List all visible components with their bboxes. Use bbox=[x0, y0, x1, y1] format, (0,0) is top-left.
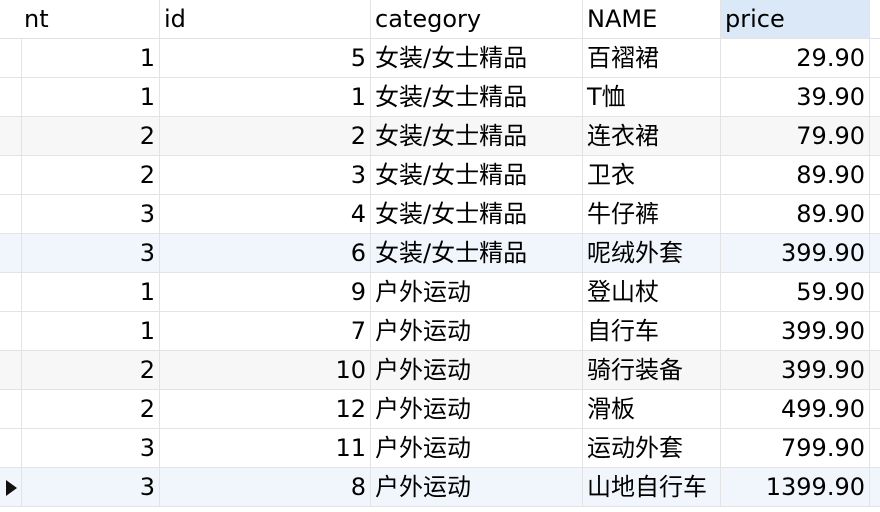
row-selector[interactable] bbox=[0, 468, 22, 506]
cell-category[interactable]: 女装/女士精品 bbox=[371, 195, 583, 233]
row-selector[interactable] bbox=[0, 312, 22, 350]
table-row[interactable]: 2 10 户外运动 骑行装备 399.90 bbox=[0, 351, 880, 390]
cell-nt[interactable]: 2 bbox=[22, 156, 160, 194]
cell-name[interactable]: T恤 bbox=[583, 78, 721, 116]
cell-id[interactable]: 7 bbox=[160, 312, 371, 350]
cell-category[interactable]: 女装/女士精品 bbox=[371, 156, 583, 194]
cell-name[interactable]: 运动外套 bbox=[583, 429, 721, 467]
cell-price[interactable]: 399.90 bbox=[721, 351, 870, 389]
current-row-arrow-icon bbox=[6, 480, 17, 496]
cell-name[interactable]: 登山杖 bbox=[583, 273, 721, 311]
cell-id[interactable]: 2 bbox=[160, 117, 371, 155]
cell-nt[interactable]: 2 bbox=[22, 351, 160, 389]
cell-id[interactable]: 5 bbox=[160, 39, 371, 77]
cell-price[interactable]: 79.90 bbox=[721, 117, 870, 155]
cell-nt[interactable]: 2 bbox=[22, 390, 160, 428]
cell-price[interactable]: 89.90 bbox=[721, 156, 870, 194]
row-selector[interactable] bbox=[0, 351, 22, 389]
table-row[interactable]: 2 12 户外运动 滑板 499.90 bbox=[0, 390, 880, 429]
cell-nt[interactable]: 1 bbox=[22, 78, 160, 116]
cell-nt[interactable]: 1 bbox=[22, 312, 160, 350]
cell-price[interactable]: 39.90 bbox=[721, 78, 870, 116]
cell-name[interactable]: 百褶裙 bbox=[583, 39, 721, 77]
cell-id[interactable]: 1 bbox=[160, 78, 371, 116]
table-row[interactable]: 2 2 女装/女士精品 连衣裙 79.90 bbox=[0, 117, 880, 156]
table-row[interactable]: 1 5 女装/女士精品 百褶裙 29.90 bbox=[0, 39, 880, 78]
cell-name[interactable]: 连衣裙 bbox=[583, 117, 721, 155]
cell-nt[interactable]: 3 bbox=[22, 468, 160, 506]
table-row[interactable]: 3 4 女装/女士精品 牛仔裤 89.90 bbox=[0, 195, 880, 234]
row-selector[interactable] bbox=[0, 195, 22, 233]
cell-nt[interactable]: 3 bbox=[22, 429, 160, 467]
cell-name[interactable]: 卫衣 bbox=[583, 156, 721, 194]
cell-category[interactable]: 户外运动 bbox=[371, 312, 583, 350]
cell-nt[interactable]: 3 bbox=[22, 195, 160, 233]
row-selector[interactable] bbox=[0, 273, 22, 311]
column-header-nt[interactable]: nt bbox=[0, 0, 160, 38]
cell-category[interactable]: 女装/女士精品 bbox=[371, 78, 583, 116]
cell-nt[interactable]: 3 bbox=[22, 234, 160, 272]
column-header-category[interactable]: category bbox=[371, 0, 583, 38]
table-row[interactable]: 3 6 女装/女士精品 呢绒外套 399.90 bbox=[0, 234, 880, 273]
column-header-name[interactable]: NAME bbox=[583, 0, 721, 38]
table-row[interactable]: 1 7 户外运动 自行车 399.90 bbox=[0, 312, 880, 351]
cell-price[interactable]: 499.90 bbox=[721, 390, 870, 428]
row-selector[interactable] bbox=[0, 117, 22, 155]
row-selector[interactable] bbox=[0, 39, 22, 77]
row-selector[interactable] bbox=[0, 78, 22, 116]
cell-price[interactable]: 399.90 bbox=[721, 312, 870, 350]
cell-id[interactable]: 4 bbox=[160, 195, 371, 233]
cell-price[interactable]: 1399.90 bbox=[721, 468, 870, 506]
cell-category[interactable]: 女装/女士精品 bbox=[371, 234, 583, 272]
cell-price[interactable]: 799.90 bbox=[721, 429, 870, 467]
cell-id[interactable]: 11 bbox=[160, 429, 371, 467]
table-row[interactable]: 1 9 户外运动 登山杖 59.90 bbox=[0, 273, 880, 312]
cell-name[interactable]: 呢绒外套 bbox=[583, 234, 721, 272]
cell-category[interactable]: 户外运动 bbox=[371, 468, 583, 506]
cell-category[interactable]: 女装/女士精品 bbox=[371, 39, 583, 77]
cell-name[interactable]: 山地自行车 bbox=[583, 468, 721, 506]
table-row[interactable]: 3 11 户外运动 运动外套 799.90 bbox=[0, 429, 880, 468]
cell-id[interactable]: 8 bbox=[160, 468, 371, 506]
row-selector[interactable] bbox=[0, 234, 22, 272]
cell-id[interactable]: 6 bbox=[160, 234, 371, 272]
result-grid: nt id category NAME price 1 5 女装/女士精品 百褶… bbox=[0, 0, 880, 512]
cell-name[interactable]: 滑板 bbox=[583, 390, 721, 428]
cell-category[interactable]: 户外运动 bbox=[371, 273, 583, 311]
row-selector[interactable] bbox=[0, 390, 22, 428]
table-row[interactable]: 3 8 户外运动 山地自行车 1399.90 bbox=[0, 468, 880, 507]
cell-id[interactable]: 10 bbox=[160, 351, 371, 389]
table-row[interactable]: 1 1 女装/女士精品 T恤 39.90 bbox=[0, 78, 880, 117]
cell-category[interactable]: 户外运动 bbox=[371, 390, 583, 428]
cell-nt[interactable]: 2 bbox=[22, 117, 160, 155]
cell-id[interactable]: 9 bbox=[160, 273, 371, 311]
cell-price[interactable]: 59.90 bbox=[721, 273, 870, 311]
cell-category[interactable]: 户外运动 bbox=[371, 429, 583, 467]
table-row[interactable]: 2 3 女装/女士精品 卫衣 89.90 bbox=[0, 156, 880, 195]
cell-name[interactable]: 牛仔裤 bbox=[583, 195, 721, 233]
cell-category[interactable]: 户外运动 bbox=[371, 351, 583, 389]
column-header-id[interactable]: id bbox=[160, 0, 371, 38]
cell-price[interactable]: 29.90 bbox=[721, 39, 870, 77]
cell-nt[interactable]: 1 bbox=[22, 273, 160, 311]
column-header-price[interactable]: price bbox=[721, 0, 870, 38]
cell-nt[interactable]: 1 bbox=[22, 39, 160, 77]
row-selector[interactable] bbox=[0, 429, 22, 467]
cell-id[interactable]: 12 bbox=[160, 390, 371, 428]
cell-name[interactable]: 骑行装备 bbox=[583, 351, 721, 389]
cell-category[interactable]: 女装/女士精品 bbox=[371, 117, 583, 155]
cell-id[interactable]: 3 bbox=[160, 156, 371, 194]
grid-header-row: nt id category NAME price bbox=[0, 0, 880, 39]
row-selector[interactable] bbox=[0, 156, 22, 194]
cell-name[interactable]: 自行车 bbox=[583, 312, 721, 350]
cell-price[interactable]: 89.90 bbox=[721, 195, 870, 233]
cell-price[interactable]: 399.90 bbox=[721, 234, 870, 272]
